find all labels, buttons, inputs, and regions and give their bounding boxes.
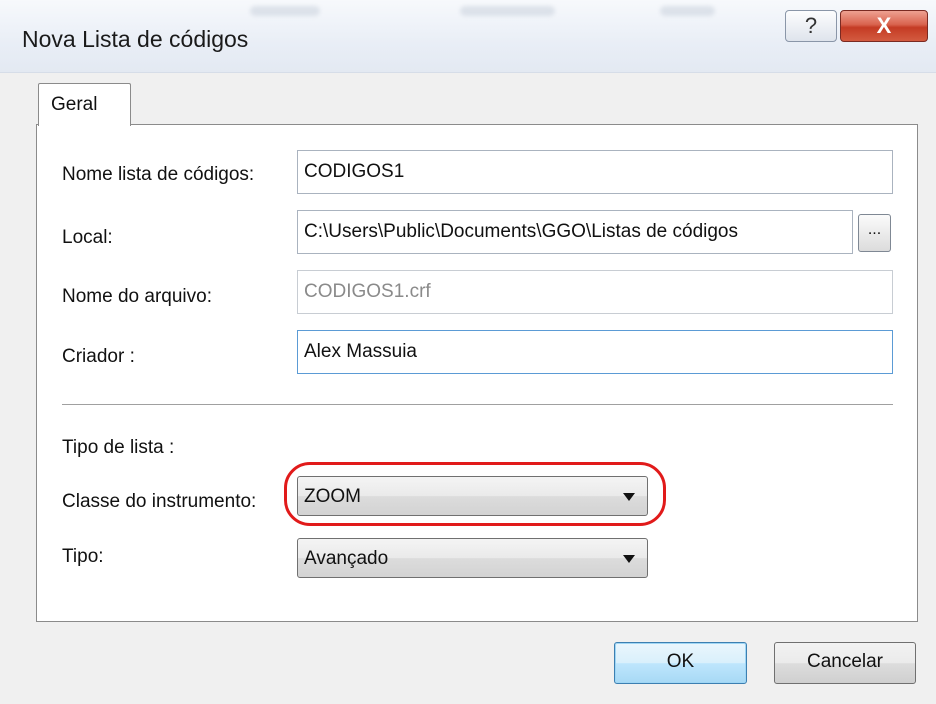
divider — [62, 404, 893, 408]
nome-lista-input[interactable]: CODIGOS1 — [297, 150, 893, 194]
criador-label: Criador : — [62, 346, 135, 367]
close-button[interactable]: X — [840, 10, 928, 42]
annotation-highlight — [284, 462, 666, 526]
classe-label: Classe do instrumento: — [62, 491, 257, 512]
nome-arquivo-input: CODIGOS1.crf — [297, 270, 893, 314]
ok-button[interactable]: OK — [614, 642, 747, 684]
dialog-window: Nova Lista de códigos ? X Geral Nome lis… — [0, 0, 936, 704]
tipo-lista-label: Tipo de lista : — [62, 437, 175, 458]
tipo-select[interactable]: Avançado — [297, 538, 648, 578]
background-blur — [250, 6, 320, 16]
window-title: Nova Lista de códigos — [22, 26, 249, 52]
tipo-label: Tipo: — [62, 546, 104, 567]
nome-arquivo-label: Nome do arquivo: — [62, 286, 212, 307]
title-bar[interactable]: Nova Lista de códigos ? X — [0, 0, 936, 73]
tipo-value: Avançado — [304, 548, 389, 569]
tab-geral[interactable]: Geral — [38, 83, 131, 126]
tab-label: Geral — [51, 94, 98, 115]
criador-input[interactable]: Alex Massuia — [297, 330, 893, 374]
background-blur — [460, 6, 555, 16]
browse-button[interactable]: ... — [858, 214, 891, 252]
cancel-button[interactable]: Cancelar — [774, 642, 916, 684]
dropdown-arrow-icon — [623, 555, 635, 563]
help-button[interactable]: ? — [785, 10, 837, 42]
local-input[interactable]: C:\Users\Public\Documents\GGO\Listas de … — [297, 210, 853, 254]
background-blur — [660, 6, 715, 16]
local-label: Local: — [62, 227, 113, 248]
nome-lista-label: Nome lista de códigos: — [62, 164, 255, 185]
